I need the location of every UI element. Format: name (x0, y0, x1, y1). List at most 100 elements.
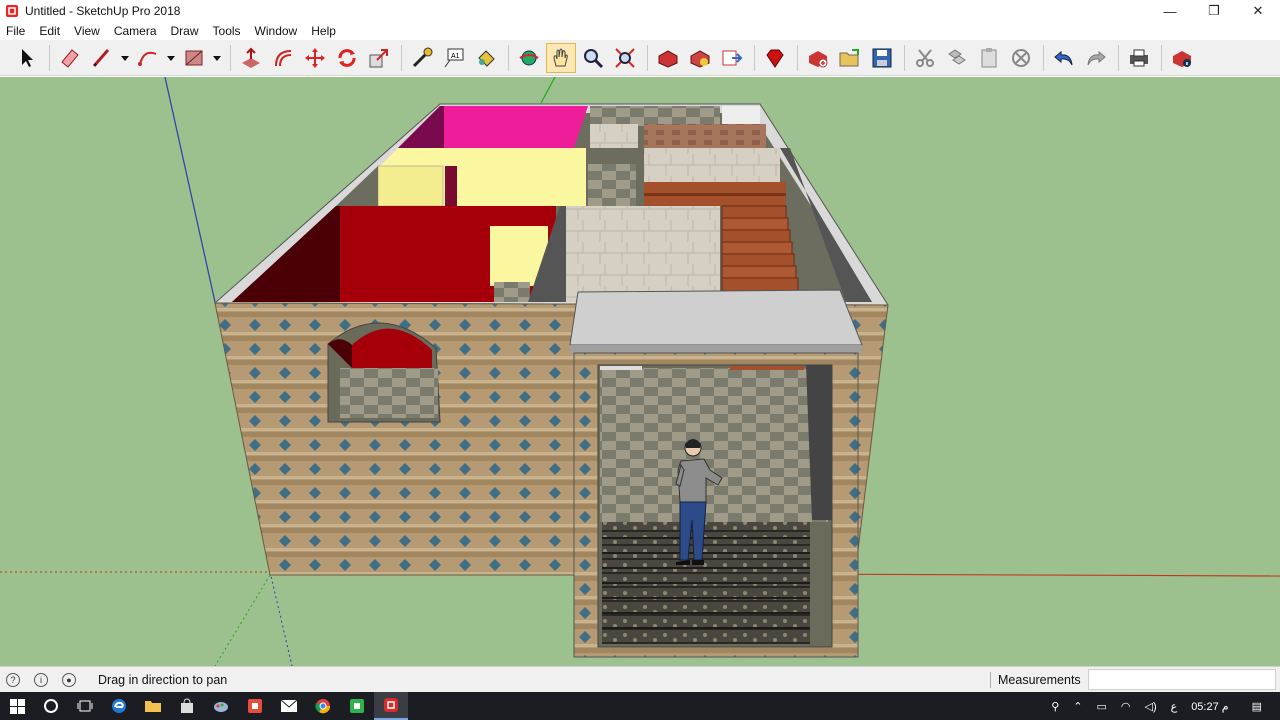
orbit-tool-icon (519, 50, 539, 65)
notifications-icon[interactable]: ▤ (1252, 700, 1262, 713)
window-title: Untitled - SketchUp Pro 2018 (25, 4, 181, 18)
sketchup-taskbar-button[interactable] (374, 692, 408, 720)
paint-bucket-button[interactable] (471, 43, 501, 73)
new-file-icon (809, 50, 828, 67)
blue-axis (164, 77, 216, 303)
menu-help[interactable]: Help (311, 24, 336, 38)
user-account-icon[interactable]: ● (62, 672, 76, 687)
rotate-tool-button[interactable] (332, 43, 362, 73)
geo-location-icon[interactable]: ? (6, 672, 20, 687)
magenta-room-shadow (398, 106, 444, 148)
paste-button[interactable] (974, 43, 1004, 73)
minimize-button[interactable]: — (1148, 0, 1192, 22)
tape-measure-button[interactable] (407, 43, 437, 73)
save-file-button[interactable] (867, 43, 897, 73)
store-button[interactable] (170, 692, 204, 720)
yellow-room-partition (377, 165, 444, 207)
line-dropdown[interactable] (119, 43, 131, 73)
scale-tool-button[interactable] (364, 43, 394, 73)
task-view-button[interactable] (68, 692, 102, 720)
input-language[interactable]: ع (1171, 700, 1178, 713)
cortana-button[interactable] (34, 692, 68, 720)
push-pull-tool-button[interactable] (236, 43, 266, 73)
copy-button[interactable] (942, 43, 972, 73)
cut-button[interactable] (910, 43, 940, 73)
menu-window[interactable]: Window (255, 24, 298, 38)
edge-browser-button[interactable] (102, 692, 136, 720)
pan-tool-button[interactable] (546, 42, 576, 73)
credits-icon[interactable]: i (34, 672, 48, 687)
windows-taskbar: ⚲ ⌃ ▭ ◠ ◁) ع 05:27 م ▤ (0, 692, 1280, 720)
measurements-input[interactable] (1088, 669, 1276, 690)
stair-landing (644, 182, 786, 206)
print-button[interactable] (1124, 43, 1154, 73)
store-bag-icon (181, 698, 193, 713)
house-model-canvas[interactable] (0, 77, 1280, 666)
folder-icon (145, 701, 161, 712)
open-file-button[interactable] (835, 43, 865, 73)
rectangle-dropdown[interactable] (211, 43, 223, 73)
offset-tool-button[interactable] (268, 43, 298, 73)
arc-tool-button[interactable] (133, 43, 163, 73)
battery-icon[interactable]: ▭ (1096, 700, 1106, 713)
zoom-extents-button[interactable] (610, 43, 640, 73)
eraser-tool-button[interactable] (55, 43, 85, 73)
undo-button[interactable] (1049, 43, 1079, 73)
warehouse-button[interactable] (653, 43, 683, 73)
red-room-shadow (232, 206, 340, 302)
line-tool-button[interactable] (87, 43, 117, 73)
menu-bar: File Edit View Camera Draw Tools Window … (0, 22, 1280, 40)
close-button[interactable]: ✕ (1236, 0, 1280, 22)
menu-view[interactable]: View (74, 24, 100, 38)
start-button[interactable] (0, 692, 34, 720)
mail-button[interactable] (272, 692, 306, 720)
delete-button[interactable] (1006, 43, 1036, 73)
chrome-button[interactable] (306, 692, 340, 720)
menu-draw[interactable]: Draw (171, 24, 199, 38)
select-tool-button[interactable] (12, 43, 42, 73)
menu-camera[interactable]: Camera (114, 24, 157, 38)
redo-button[interactable] (1081, 43, 1111, 73)
move-tool-icon (305, 47, 325, 68)
camtasia-icon (350, 699, 364, 713)
clock[interactable]: 05:27 م (1191, 700, 1228, 713)
wifi-icon[interactable]: ◠ (1121, 700, 1131, 713)
restore-button[interactable]: ❐ (1192, 0, 1236, 22)
file-explorer-button[interactable] (136, 692, 170, 720)
windows-logo-icon (9, 698, 25, 714)
menu-tools[interactable]: Tools (213, 24, 241, 38)
warehouse-icon (658, 49, 678, 68)
model-viewport[interactable] (0, 77, 1280, 666)
camtasia-button[interactable] (340, 692, 374, 720)
rectangle-tool-button[interactable] (179, 43, 209, 73)
cortana-circle-icon (44, 699, 58, 713)
zoom-tool-button[interactable] (578, 43, 608, 73)
volume-icon[interactable]: ◁) (1144, 700, 1156, 713)
status-bar: ? i ● Drag in direction to pan Measureme… (0, 666, 1280, 692)
paint-app-button[interactable] (204, 692, 238, 720)
green-axis-dashed (214, 574, 271, 666)
people-icon[interactable]: ⚲ (1051, 700, 1059, 713)
model-info-button[interactable] (1167, 43, 1197, 73)
send-to-layout-icon (722, 50, 743, 65)
menu-edit[interactable]: Edit (39, 24, 60, 38)
new-file-button[interactable] (803, 43, 833, 73)
move-tool-button[interactable] (300, 43, 330, 73)
hall-wall-right (644, 206, 720, 292)
menu-file[interactable]: File (6, 24, 25, 38)
paint-bucket-icon (478, 49, 495, 67)
app-red-button[interactable] (238, 692, 272, 720)
orbit-tool-button[interactable] (514, 43, 544, 73)
select-tool-icon (22, 48, 33, 67)
arc-dropdown[interactable] (165, 43, 177, 73)
ruby-console-button[interactable] (760, 43, 790, 73)
tray-expand-icon[interactable]: ⌃ (1073, 700, 1082, 713)
yellow-room-door (445, 166, 457, 206)
title-bar: Untitled - SketchUp Pro 2018 — ❐ ✕ (0, 0, 1280, 22)
paint-palette-icon (214, 702, 228, 712)
text-tool-button[interactable]: A1 (439, 43, 469, 73)
extension-warehouse-button[interactable] (685, 43, 715, 73)
red-room-floor (494, 282, 530, 302)
task-view-icon (77, 700, 93, 712)
send-to-layout-button[interactable] (717, 43, 747, 73)
